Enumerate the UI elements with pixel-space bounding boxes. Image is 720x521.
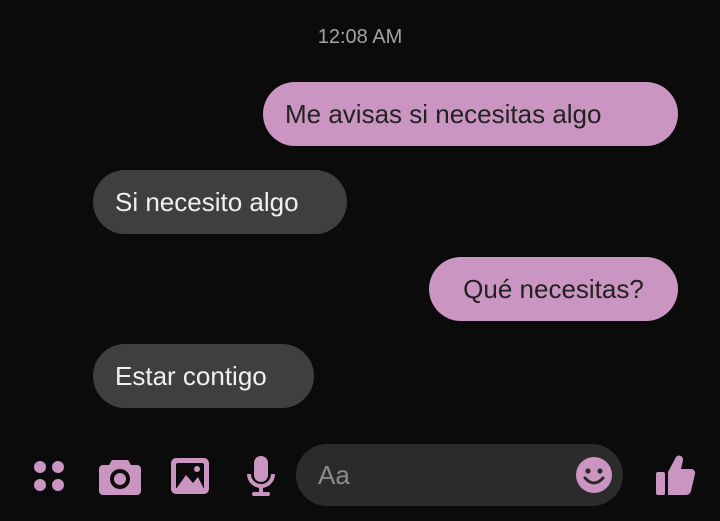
outgoing-message[interactable]: Qué necesitas? bbox=[429, 257, 678, 321]
gallery-icon[interactable] bbox=[170, 457, 210, 495]
more-apps-icon[interactable] bbox=[32, 459, 66, 493]
camera-icon[interactable] bbox=[98, 456, 142, 496]
message-input[interactable]: Aa bbox=[296, 444, 623, 506]
emoji-icon[interactable] bbox=[575, 456, 613, 494]
incoming-message[interactable]: Estar contigo bbox=[93, 344, 314, 408]
incoming-message[interactable]: Si necesito algo bbox=[93, 170, 347, 234]
microphone-icon[interactable] bbox=[244, 454, 278, 498]
outgoing-message[interactable]: Me avisas si necesitas algo bbox=[263, 82, 678, 146]
message-input-placeholder: Aa bbox=[318, 460, 350, 490]
message-timestamp: 12:08 AM bbox=[317, 26, 403, 48]
thumbs-up-icon[interactable] bbox=[654, 453, 696, 497]
